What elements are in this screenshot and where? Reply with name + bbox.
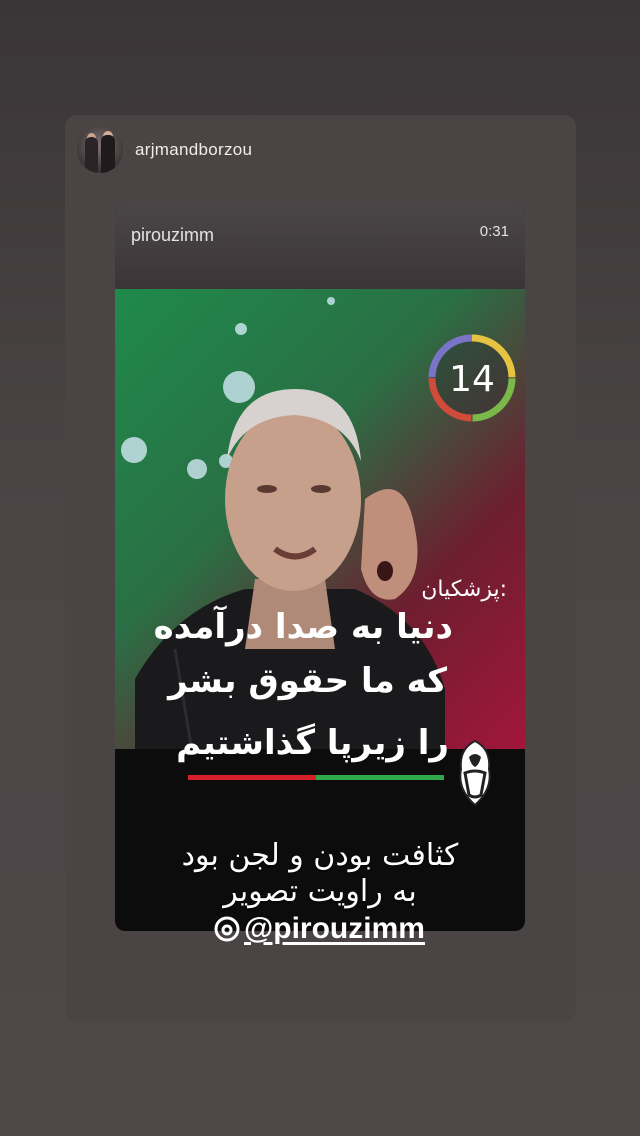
overlay-speaker-name: پزشکیان:	[421, 577, 507, 602]
post-header: pirouzimm 0:31	[115, 205, 525, 289]
story-header[interactable]: arjmandborzou	[77, 127, 252, 173]
clock-logo: 14	[428, 334, 516, 422]
story-text-line-1: کثافت بودن و لجن بود	[181, 838, 459, 873]
mention-sticker[interactable]: @pirouzimm	[214, 908, 426, 950]
shared-post[interactable]: pirouzimm 0:31 14 پزشکیان: دنیا به صدا د…	[115, 205, 525, 931]
story-username[interactable]: arjmandborzou	[135, 140, 252, 160]
flag-tricolor-bar	[188, 775, 444, 780]
post-username[interactable]: pirouzimm	[131, 225, 214, 246]
mention-username[interactable]: @pirouzimm	[244, 912, 425, 946]
story-text-line-2: به راویت تصویر	[223, 874, 417, 909]
overlay-line-1: دنیا به صدا درآمده	[153, 607, 453, 647]
overlay-line-3: را زیرپا گذاشتیم	[176, 723, 449, 763]
lion-emblem-icon	[459, 739, 491, 807]
overlay-line-2: که ما حقوق بشر	[168, 661, 447, 701]
avatar[interactable]	[77, 127, 123, 173]
video-duration: 0:31	[479, 223, 509, 240]
threads-icon	[214, 916, 240, 942]
clock-number: 14	[449, 359, 495, 400]
